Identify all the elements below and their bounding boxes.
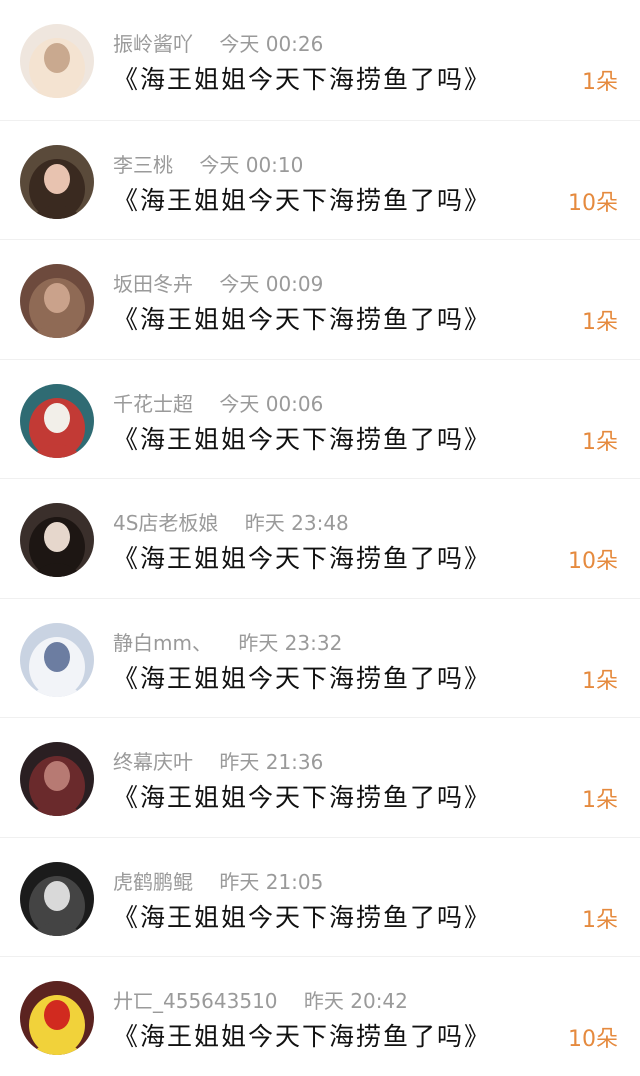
list-item[interactable]: 廾匸_455643510 昨天 20:42 《海王姐姐今天下海捞鱼了吗》 10朵 [0,956,640,1076]
work-title[interactable]: 《海王姐姐今天下海捞鱼了吗》 [113,1017,491,1053]
avatar[interactable] [20,264,94,338]
avatar[interactable] [20,383,94,458]
comment-time: 昨天 23:32 [238,630,343,655]
avatar[interactable] [20,981,94,1055]
comment-time: 昨天 21:05 [219,869,324,894]
avatar[interactable] [20,622,94,697]
avatar[interactable] [20,144,94,219]
work-title[interactable]: 《海王姐姐今天下海捞鱼了吗》 [113,181,491,217]
list-item[interactable]: 静白mm、 昨天 23:32 《海王姐姐今天下海捞鱼了吗》 1朵 [0,597,640,718]
avatar-image [20,861,94,936]
avatar[interactable] [20,742,94,816]
avatar-image [20,742,94,816]
flower-count: 1朵 [582,70,618,95]
comment-meta: 4S店老板娘 昨天 23:48 [113,507,349,536]
comment-time: 今天 00:06 [219,391,324,416]
comment-meta: 终幕庆叶 昨天 21:36 [113,746,323,775]
flower-count: 10朵 [568,1027,618,1052]
user-name[interactable]: 李三桃 [113,153,173,177]
work-title[interactable]: 《海王姐姐今天下海捞鱼了吗》 [113,300,491,336]
comment-time: 昨天 20:42 [303,989,408,1013]
work-title[interactable]: 《海王姐姐今天下海捞鱼了吗》 [113,60,491,96]
list-item[interactable]: 坂田冬卉 今天 00:09 《海王姐姐今天下海捞鱼了吗》 1朵 [0,239,640,359]
avatar-image [20,503,94,577]
avatar-image [20,24,94,98]
avatar[interactable] [20,861,94,936]
user-name[interactable]: 廾匸_455643510 [113,989,278,1013]
avatar-image [20,383,94,458]
flower-count: 1朵 [582,788,618,813]
user-name[interactable]: 坂田冬卉 [113,272,193,296]
work-title[interactable]: 《海王姐姐今天下海捞鱼了吗》 [113,898,491,934]
flower-count: 10朵 [568,549,618,574]
avatar-image [20,981,94,1055]
list-item[interactable]: 李三桃 今天 00:10 《海王姐姐今天下海捞鱼了吗》 10朵 [0,119,640,240]
work-title[interactable]: 《海王姐姐今天下海捞鱼了吗》 [113,539,491,575]
user-name[interactable]: 虎鹤鹏鲲 [113,870,193,894]
comment-meta: 李三桃 今天 00:10 [113,149,303,178]
list-item[interactable]: 4S店老板娘 昨天 23:48 《海王姐姐今天下海捞鱼了吗》 10朵 [0,478,640,598]
comment-meta: 千花士超 今天 00:06 [113,388,323,417]
comment-list: 振岭酱吖 今天 00:26 《海王姐姐今天下海捞鱼了吗》 1朵 李三桃 今天 0… [0,0,640,1076]
user-name[interactable]: 千花士超 [113,392,193,416]
avatar-image [20,144,94,219]
avatar-image [20,264,94,338]
user-name[interactable]: 静白mm、 [113,631,212,655]
user-name[interactable]: 4S店老板娘 [113,511,218,535]
list-item[interactable]: 千花士超 今天 00:06 《海王姐姐今天下海捞鱼了吗》 1朵 [0,358,640,479]
comment-time: 今天 00:09 [219,272,324,296]
flower-count: 10朵 [568,190,618,216]
user-name[interactable]: 振岭酱吖 [113,32,193,56]
comment-meta: 静白mm、 昨天 23:32 [113,627,342,656]
flower-count: 1朵 [582,310,618,335]
comment-time: 昨天 21:36 [219,750,324,774]
user-name[interactable]: 终幕庆叶 [113,750,193,774]
avatar[interactable] [20,24,94,98]
list-item[interactable]: 振岭酱吖 今天 00:26 《海王姐姐今天下海捞鱼了吗》 1朵 [0,0,640,120]
work-title[interactable]: 《海王姐姐今天下海捞鱼了吗》 [113,420,491,456]
flower-count: 1朵 [582,429,618,455]
list-item[interactable]: 虎鹤鹏鲲 昨天 21:05 《海王姐姐今天下海捞鱼了吗》 1朵 [0,836,640,957]
flower-count: 1朵 [582,907,618,933]
work-title[interactable]: 《海王姐姐今天下海捞鱼了吗》 [113,778,491,814]
comment-meta: 坂田冬卉 今天 00:09 [113,268,323,297]
comment-time: 今天 00:26 [219,32,324,56]
flower-count: 1朵 [582,668,618,694]
comment-meta: 虎鹤鹏鲲 昨天 21:05 [113,866,323,895]
comment-meta: 廾匸_455643510 昨天 20:42 [113,985,408,1014]
list-item[interactable]: 终幕庆叶 昨天 21:36 《海王姐姐今天下海捞鱼了吗》 1朵 [0,717,640,837]
comment-time: 昨天 23:48 [244,511,349,535]
work-title[interactable]: 《海王姐姐今天下海捞鱼了吗》 [113,659,491,695]
comment-time: 今天 00:10 [199,152,304,177]
avatar[interactable] [20,503,94,577]
avatar-image [20,622,94,697]
comment-meta: 振岭酱吖 今天 00:26 [113,28,323,57]
